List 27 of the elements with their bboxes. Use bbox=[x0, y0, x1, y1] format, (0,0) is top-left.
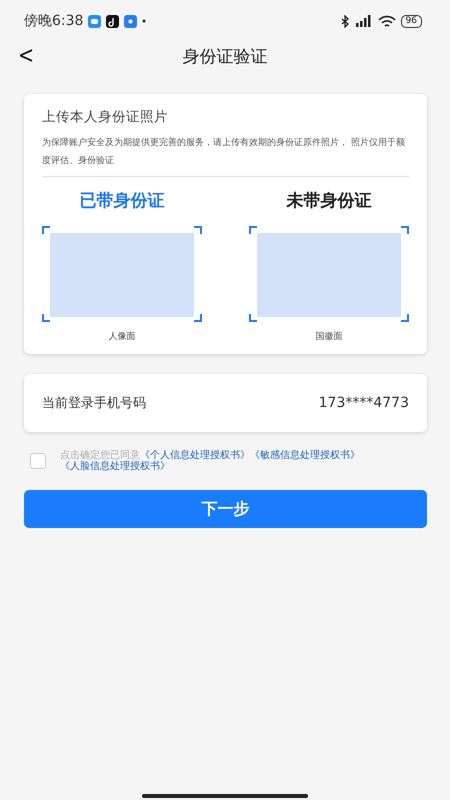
wifi-icon bbox=[378, 14, 396, 28]
status-time: 傍晚6:38 bbox=[24, 12, 84, 30]
back-button[interactable]: < bbox=[14, 40, 38, 70]
card-title: 上传本人身份证照片 bbox=[42, 108, 169, 126]
phone-number: 173****4773 bbox=[318, 395, 409, 411]
page-title: 身份证验证 bbox=[182, 46, 268, 68]
app-icon bbox=[124, 14, 138, 28]
upload-slot[interactable] bbox=[249, 226, 409, 322]
chat-icon bbox=[88, 14, 102, 28]
id-option-tab[interactable]: 未带身份证 bbox=[286, 189, 372, 212]
battery-indicator: 96 bbox=[400, 14, 422, 28]
slot-caption: 人像面 bbox=[108, 330, 136, 343]
id-option-tab[interactable]: 已带身份证 bbox=[80, 189, 164, 212]
agreement-checkbox[interactable] bbox=[30, 453, 46, 469]
bluetooth-icon bbox=[340, 14, 350, 28]
slot-caption: 国徽面 bbox=[316, 330, 342, 343]
music-note-icon bbox=[106, 14, 120, 28]
agreement-link[interactable]: 《个人信息处理授权书》 bbox=[140, 450, 250, 461]
agreement-link[interactable]: 《人脸信息处理授权书》 bbox=[60, 461, 170, 472]
upload-slot[interactable] bbox=[42, 226, 202, 322]
dot-icon bbox=[142, 19, 146, 23]
agreement-text: 点击确定您已同意《个人信息处理授权书》《敏感信息处理授权书》 《人脸信息处理授权书》 bbox=[60, 450, 361, 472]
next-step-button[interactable]: 下一步 bbox=[24, 490, 427, 528]
phone-label: 当前登录手机号码 bbox=[42, 395, 146, 412]
agreement-link[interactable]: 《敏感信息处理授权书》 bbox=[250, 450, 360, 461]
card-description: 为保障账户安全及为期提供更完善的服务，请上传有效期的身份证原件照片， 照片仅用于额度评估、身份验证 bbox=[42, 136, 406, 168]
signal-icon bbox=[354, 15, 373, 27]
